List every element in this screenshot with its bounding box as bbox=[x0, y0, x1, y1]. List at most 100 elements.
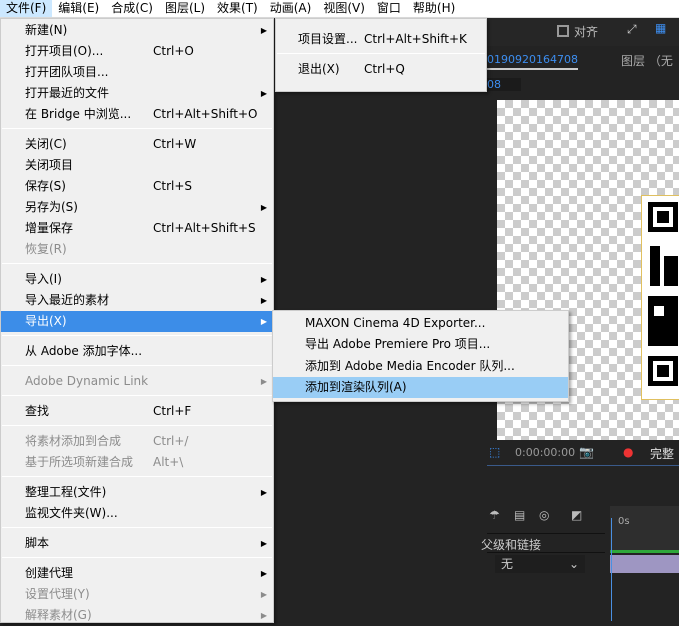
qr-code-layer[interactable] bbox=[641, 195, 679, 400]
menu-item[interactable]: 整理工程(文件) ▶ bbox=[1, 482, 273, 503]
region-icon[interactable]: ⬚ bbox=[489, 445, 500, 459]
menu-item-label: 基于所选项新建合成 bbox=[25, 455, 134, 469]
menu-item[interactable]: 关闭项目 bbox=[1, 155, 273, 176]
menu-item[interactable]: 导出 Adobe Premiere Pro 项目... bbox=[273, 334, 568, 355]
menu-item-label: MAXON Cinema 4D Exporter... bbox=[305, 316, 486, 330]
parent-dropdown[interactable]: 无 ⌄ bbox=[495, 555, 585, 573]
shortcut: Ctrl+Q bbox=[364, 62, 405, 76]
submenu-arrow-icon: ▶ bbox=[260, 296, 267, 305]
work-area-bar bbox=[610, 550, 679, 553]
menu-item-label: 导出 Adobe Premiere Pro 项目... bbox=[305, 337, 491, 351]
separator bbox=[2, 335, 272, 336]
layer-bar[interactable] bbox=[610, 555, 679, 573]
menubar-item[interactable]: 窗口 bbox=[371, 0, 407, 17]
shy-icon[interactable]: ☂ bbox=[489, 508, 500, 522]
comp-subtab[interactable]: 08 bbox=[487, 78, 521, 91]
menu-item-label: 新建(N) bbox=[25, 23, 68, 37]
snapshot-icon[interactable]: 📷 bbox=[579, 445, 594, 459]
shortcut: Ctrl+S bbox=[153, 179, 193, 193]
menu-item[interactable]: 脚本 ▶ bbox=[1, 533, 273, 554]
menu-item-label: 在 Bridge 中浏览... bbox=[25, 107, 132, 121]
menu-item-label: 保存(S) bbox=[25, 179, 66, 193]
snap-checkbox[interactable] bbox=[557, 25, 569, 37]
menu-item-label: 设置代理(Y) bbox=[25, 587, 90, 601]
menu-item[interactable]: 导入最近的素材 ▶ bbox=[1, 290, 273, 311]
menu-item-label: 恢复(R) bbox=[25, 242, 67, 256]
shortcut: Ctrl+W bbox=[153, 137, 197, 151]
submenu-arrow-icon: ▶ bbox=[260, 377, 267, 386]
menu-item[interactable]: 在 Bridge 中浏览... Ctrl+Alt+Shift+O bbox=[1, 104, 273, 125]
shortcut: Ctrl+Alt+Shift+O bbox=[153, 107, 258, 121]
menu-item-label: 导入最近的素材 bbox=[25, 293, 110, 307]
menu-item-label: 退出(X) bbox=[298, 62, 340, 76]
separator bbox=[2, 263, 272, 264]
menu-item[interactable]: 监视文件夹(W)... bbox=[1, 503, 273, 524]
menu-item[interactable]: 创建代理 ▶ bbox=[1, 563, 273, 584]
separator bbox=[2, 128, 272, 129]
parent-value: 无 bbox=[501, 557, 514, 571]
menu-item[interactable]: 关闭(C) Ctrl+W bbox=[1, 134, 273, 155]
menu-item-label: 添加到渲染队列(A) bbox=[305, 380, 407, 394]
menu-item[interactable]: 导入(I) ▶ bbox=[1, 269, 273, 290]
submenu-arrow-icon: ▶ bbox=[260, 317, 267, 326]
menu-item-label: 添加到 Adobe Media Encoder 队列... bbox=[305, 359, 515, 373]
comp-panel-header: 0190920164708 图层 （无 08 bbox=[487, 48, 679, 100]
separator bbox=[2, 425, 272, 426]
menu-item[interactable]: 添加到 Adobe Media Encoder 队列... bbox=[273, 356, 568, 377]
shortcut: Alt+\ bbox=[153, 455, 184, 469]
timecode[interactable]: 0:00:00:00 bbox=[515, 446, 575, 459]
graph-editor-icon[interactable]: ◩ bbox=[571, 508, 582, 522]
motion-blur-icon[interactable]: ◎ bbox=[539, 508, 549, 522]
grid-icon[interactable]: ▦ bbox=[655, 21, 666, 35]
menu-item[interactable]: 另存为(S) ▶ bbox=[1, 197, 273, 218]
separator bbox=[2, 395, 272, 396]
menubar-item[interactable]: 编辑(E) bbox=[52, 0, 105, 17]
menu-item[interactable]: 打开项目(O)... Ctrl+O bbox=[1, 41, 273, 62]
menubar-item[interactable]: 帮助(H) bbox=[407, 0, 461, 17]
color-channels-icon[interactable]: ● bbox=[623, 445, 633, 459]
separator bbox=[2, 476, 272, 477]
resolution-select[interactable]: 完整 bbox=[650, 445, 674, 462]
file-menu: 新建(N) ▶ 打开项目(O)... Ctrl+O 打开团队项目... 打开最近的文件 ▶ 在… bbox=[0, 18, 274, 623]
shortcut: Ctrl+Alt+Shift+S bbox=[153, 221, 256, 235]
menubar-item[interactable]: 动画(A) bbox=[264, 0, 318, 17]
comp-tab[interactable]: 0190920164708 bbox=[487, 53, 578, 70]
ruler-label: 0s bbox=[618, 516, 630, 527]
menu-item[interactable]: 新建(N) ▶ bbox=[1, 20, 273, 41]
timeline-panel: ☂ ▤ ◎ ◩ 父级和链接 无 ⌄ 0s bbox=[481, 500, 679, 621]
menubar-item[interactable]: 文件(F) bbox=[0, 0, 53, 17]
menu-item-label: 脚本 bbox=[25, 536, 50, 550]
frame-blend-icon[interactable]: ▤ bbox=[514, 508, 525, 522]
menu-item[interactable]: 打开团队项目... bbox=[1, 62, 273, 83]
submenu-arrow-icon: ▶ bbox=[260, 539, 267, 548]
menubar-item[interactable]: 视图(V) bbox=[317, 0, 371, 17]
shortcut: Ctrl+F bbox=[153, 404, 192, 418]
menubar-item[interactable]: 图层(L) bbox=[159, 0, 211, 17]
separator bbox=[277, 53, 485, 54]
menu-item[interactable]: 退出(X) Ctrl+Q bbox=[276, 59, 486, 80]
viewer-footer: ⬚ 0:00:00:00 📷 ● 完整 bbox=[487, 442, 679, 466]
menu-bar: 文件(F) 编辑(E) 合成(C) 图层(L) 效果(T) 动画(A) 视图(V) 窗口 帮助(… bbox=[0, 0, 679, 18]
menu-item-label: 查找 bbox=[25, 404, 50, 418]
menu-item[interactable]: MAXON Cinema 4D Exporter... bbox=[273, 313, 568, 334]
menu-item[interactable]: 增量保存 Ctrl+Alt+Shift+S bbox=[1, 218, 273, 239]
menubar-item[interactable]: 合成(C) bbox=[105, 0, 159, 17]
layer-panel-title[interactable]: 图层 （无 bbox=[621, 52, 673, 69]
menu-item[interactable]: 打开最近的文件 ▶ bbox=[1, 83, 273, 104]
menu-item[interactable]: 添加到渲染队列(A) bbox=[273, 377, 568, 398]
menubar-item[interactable]: 效果(T) bbox=[211, 0, 264, 17]
menu-item[interactable]: 保存(S) Ctrl+S bbox=[1, 176, 273, 197]
timeline-ruler[interactable]: 0s bbox=[610, 506, 679, 550]
chevron-down-icon: ⌄ bbox=[568, 557, 579, 571]
playhead[interactable] bbox=[611, 518, 612, 621]
menu-item: 基于所选项新建合成 Alt+\ bbox=[1, 452, 273, 473]
menu-item[interactable]: 从 Adobe 添加字体... bbox=[1, 341, 273, 362]
menu-item[interactable]: 项目设置... Ctrl+Alt+Shift+K bbox=[276, 29, 486, 50]
menu-item: 设置代理(Y) ▶ bbox=[1, 584, 273, 605]
separator bbox=[2, 557, 272, 558]
expand-icon[interactable]: ⤢ bbox=[627, 22, 637, 37]
menu-item[interactable]: 导出(X) ▶ bbox=[1, 311, 273, 332]
menu-item-label: 解释素材(G) bbox=[25, 608, 92, 622]
menu-item[interactable]: 查找 Ctrl+F bbox=[1, 401, 273, 422]
menu-item: 将素材添加到合成 Ctrl+/ bbox=[1, 431, 273, 452]
